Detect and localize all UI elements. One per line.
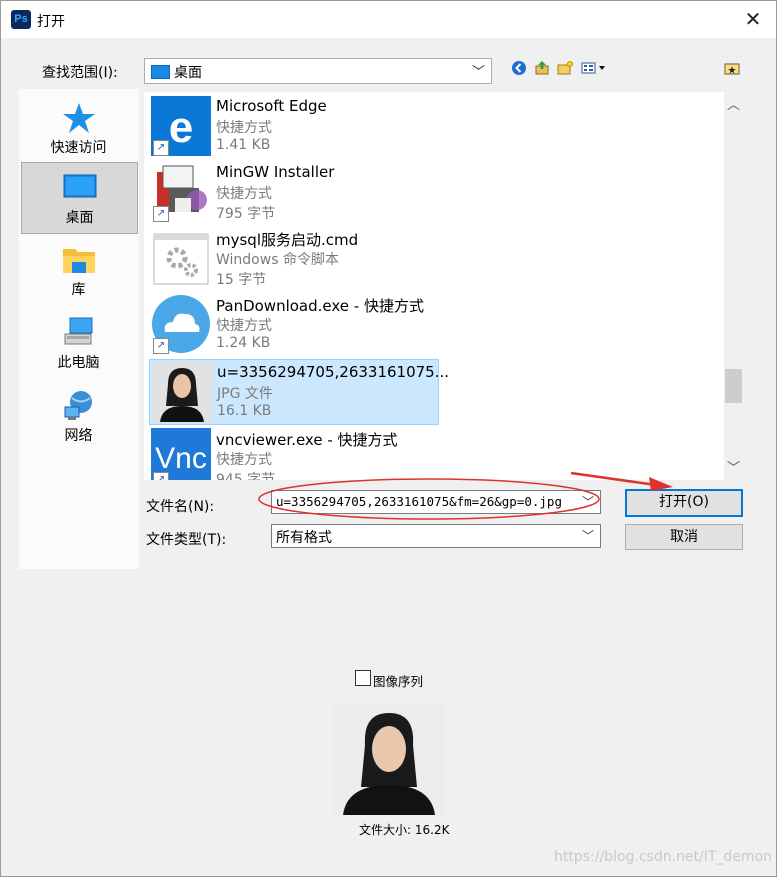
svg-text:e: e [169,103,193,152]
star-icon [63,103,95,133]
shortcut-arrow-icon: ↗ [153,140,169,156]
shortcut-arrow-icon: ↗ [153,338,169,354]
file-size: 15 字节 [216,272,267,288]
file-size: 1.24 KB [216,335,271,351]
file-item-selected[interactable]: u=3356294705,2633161075... JPG 文件 16.1 K… [149,359,449,425]
place-label: 快速访问 [50,140,107,156]
photoshop-icon: Ps [11,10,31,29]
file-type: Windows 命令脚本 [216,252,339,268]
view-menu-icon [581,62,605,74]
computer-icon [64,317,93,345]
preview-file-size: 文件大小: 16.2K [359,823,450,837]
file-type: 快捷方式 [216,318,272,334]
place-label: 网络 [64,428,93,444]
vertical-scrollbar[interactable]: ︿ ﹀ [724,92,743,480]
file-type: 快捷方式 [216,186,272,202]
file-item[interactable]: mysql服务启动.cmd Windows 命令脚本 15 字节 [149,226,437,290]
file-size: 795 字节 [216,206,276,222]
file-name: vncviewer.exe - 快捷方式 [216,431,398,449]
file-size: 1.41 KB [216,137,271,153]
star-folder-icon [724,63,740,75]
file-type: JPG 文件 [217,386,273,402]
portrait-thumbnail-icon [152,362,212,422]
annotation-arrow [570,471,657,487]
place-label: 库 [71,282,86,298]
place-network[interactable]: 网络 [21,381,136,451]
bridge-folder-button[interactable] [723,60,741,80]
title-bar: Ps 打开 ✕ [1,1,776,38]
annotation-overlay [258,471,673,520]
image-sequence-checkbox[interactable] [355,670,371,686]
svg-text:Vnc: Vnc [155,442,207,475]
back-icon [512,61,526,75]
desktop-icon [63,174,97,198]
shortcut-arrow-icon: ↗ [153,206,169,222]
look-in-label: 查找范围(I): [42,65,118,81]
file-item[interactable]: e ↗ Microsoft Edge 快捷方式 1.41 KB [149,94,437,158]
back-button[interactable] [510,60,528,80]
shortcut-arrow-icon: ↗ [153,472,169,480]
image-sequence-label: 图像序列 [373,674,424,689]
arrow-head-icon [649,477,673,491]
scroll-up-icon[interactable]: ︿ [724,94,743,113]
scroll-thumb[interactable] [725,369,742,403]
file-type: 快捷方式 [216,120,272,136]
desktop-icon [151,65,170,79]
network-icon [64,391,92,420]
image-preview [333,705,445,815]
annotation-ellipse [258,478,600,520]
place-desktop[interactable]: 桌面 [21,162,138,234]
close-button[interactable]: ✕ [740,7,766,33]
file-name: PanDownload.exe - 快捷方式 [216,297,424,315]
gear-icon [153,233,209,285]
look-in-value: 桌面 [174,65,202,81]
file-size: 16.1 KB [217,403,272,419]
file-item[interactable]: ↗ MinGW Installer 快捷方式 795 字节 [149,160,437,224]
file-name: Microsoft Edge [216,97,327,115]
chevron-down-icon: ﹀ [471,65,485,80]
place-quick-access[interactable]: 快速访问 [21,93,136,163]
portrait-preview-icon [333,705,445,815]
file-name: u=3356294705,2633161075... [217,363,450,381]
watermark: https://blog.csdn.net/IT_demon [554,849,773,865]
open-dialog: Ps 打开 ✕ 查找范围(I): 桌面 ﹀ 快速访问 桌面 库 此电脑 网络 e… [0,0,777,877]
new-folder-button[interactable] [556,60,574,80]
file-name: MinGW Installer [216,163,335,181]
library-icon [63,249,95,273]
look-in-dropdown[interactable]: 桌面 ﹀ [144,58,492,84]
dialog-title: 打开 [37,14,65,30]
places-bar: 快速访问 桌面 库 此电脑 网络 [19,89,139,569]
up-folder-button[interactable] [533,60,551,80]
place-library[interactable]: 库 [21,235,136,305]
up-folder-icon [535,61,549,75]
place-label: 此电脑 [57,355,100,371]
filename-label: 文件名(N): [146,499,215,515]
filetype-label: 文件类型(T): [146,532,227,548]
view-menu-button[interactable] [579,60,609,80]
file-list[interactable]: e ↗ Microsoft Edge 快捷方式 1.41 KB ↗ MinGW … [144,92,724,480]
place-this-pc[interactable]: 此电脑 [21,308,136,378]
file-item[interactable]: ↗ PanDownload.exe - 快捷方式 快捷方式 1.24 KB [149,292,437,356]
file-name: mysql服务启动.cmd [216,231,359,249]
place-label: 桌面 [65,210,94,226]
new-folder-icon [557,61,573,75]
